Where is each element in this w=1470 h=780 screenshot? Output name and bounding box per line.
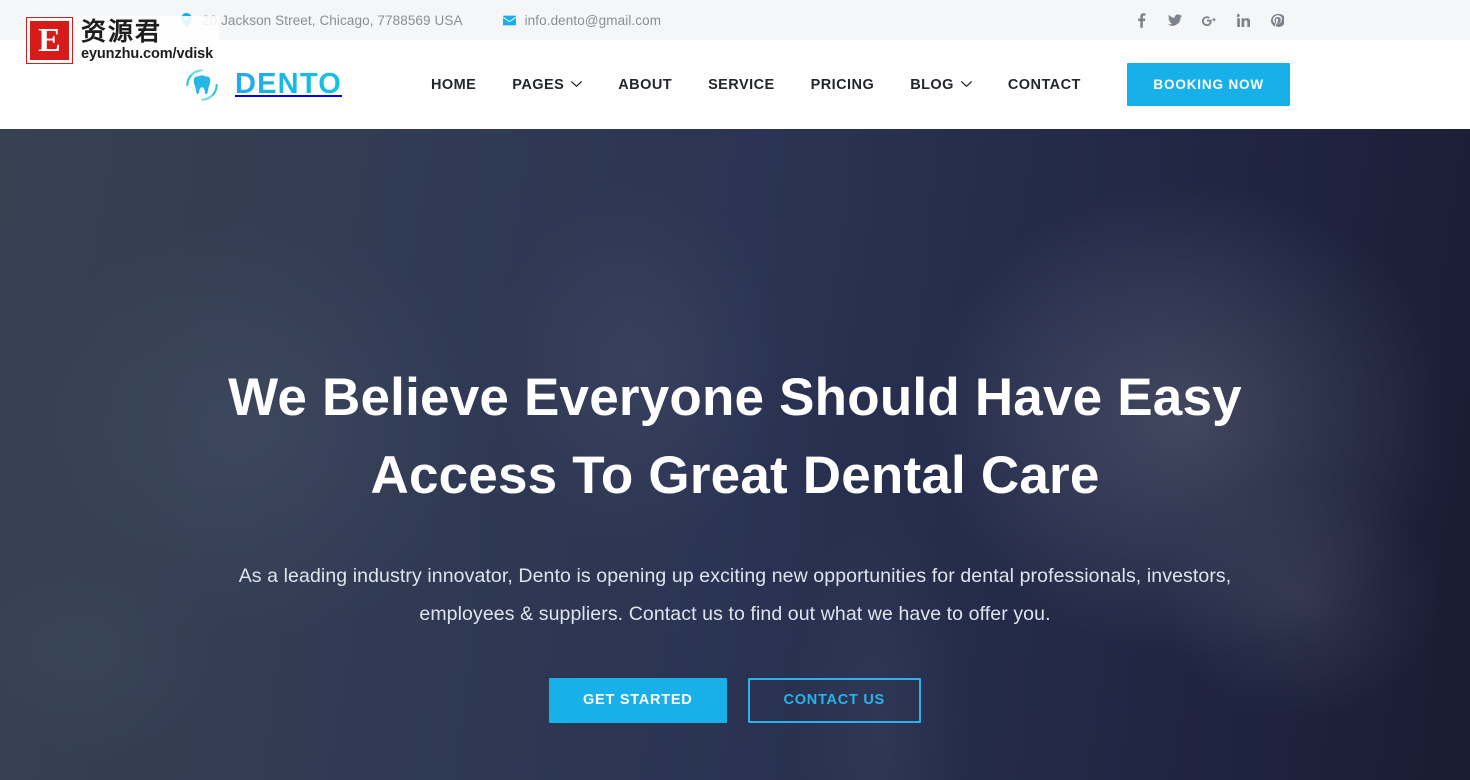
google-plus-icon[interactable] (1202, 12, 1216, 28)
topbar-address: 20 Jackson Street, Chicago, 7788569 USA (180, 13, 463, 28)
nav-item-pricing[interactable]: PRICING (811, 77, 875, 93)
nav-item-pages[interactable]: PAGES (512, 76, 583, 93)
nav-label: BLOG (910, 76, 954, 93)
social-links (1134, 12, 1284, 28)
main-navigation: HOME PAGES ABOUT SERVICE PRICING BLOG CO… (431, 77, 1081, 93)
nav-label: PAGES (512, 76, 565, 93)
chevron-down-icon (571, 81, 583, 88)
twitter-icon[interactable] (1168, 12, 1182, 28)
booking-now-button[interactable]: BOOKING NOW (1127, 63, 1290, 106)
nav-item-about[interactable]: ABOUT (618, 77, 672, 93)
hero-section: We Believe Everyone Should Have Easy Acc… (0, 129, 1470, 780)
hero-title: We Believe Everyone Should Have Easy Acc… (228, 368, 1242, 505)
topbar-email[interactable]: info.dento@gmail.com (502, 12, 662, 28)
hero-cta-group: GET STARTED CONTACT US (549, 677, 921, 723)
nav-item-blog[interactable]: BLOG (910, 77, 972, 93)
site-header: DENTO HOME PAGES ABOUT SERVICE PRICING B… (0, 40, 1470, 129)
topbar: 20 Jackson Street, Chicago, 7788569 USA … (0, 0, 1470, 40)
pinterest-icon[interactable] (1270, 12, 1284, 28)
tooth-logo-icon (180, 63, 224, 107)
nav-label: PRICING (810, 76, 875, 93)
nav-item-contact[interactable]: CONTACT (1008, 77, 1081, 93)
contact-us-button[interactable]: CONTACT US (747, 677, 921, 723)
linkedin-icon[interactable] (1236, 12, 1250, 28)
nav-label: CONTACT (1007, 76, 1081, 93)
nav-label: ABOUT (618, 76, 673, 93)
nav-label: SERVICE (708, 76, 775, 93)
facebook-icon[interactable] (1134, 12, 1148, 28)
map-pin-icon (180, 13, 193, 27)
chevron-down-icon (960, 81, 972, 88)
nav-label: HOME (430, 76, 477, 93)
brand-logo[interactable]: DENTO (180, 63, 342, 107)
topbar-address-text: 20 Jackson Street, Chicago, 7788569 USA (202, 12, 463, 28)
nav-item-home[interactable]: HOME (431, 77, 476, 93)
topbar-contact-group: 20 Jackson Street, Chicago, 7788569 USA … (180, 13, 1134, 28)
hero-subtitle: As a leading industry innovator, Dento i… (238, 564, 1232, 625)
hero-content: We Believe Everyone Should Have Easy Acc… (0, 129, 1470, 780)
topbar-email-text: info.dento@gmail.com (524, 12, 662, 28)
nav-item-service[interactable]: SERVICE (708, 77, 775, 93)
brand-name: DENTO (235, 68, 342, 100)
envelope-icon (502, 13, 516, 27)
get-started-button[interactable]: GET STARTED (549, 677, 727, 723)
